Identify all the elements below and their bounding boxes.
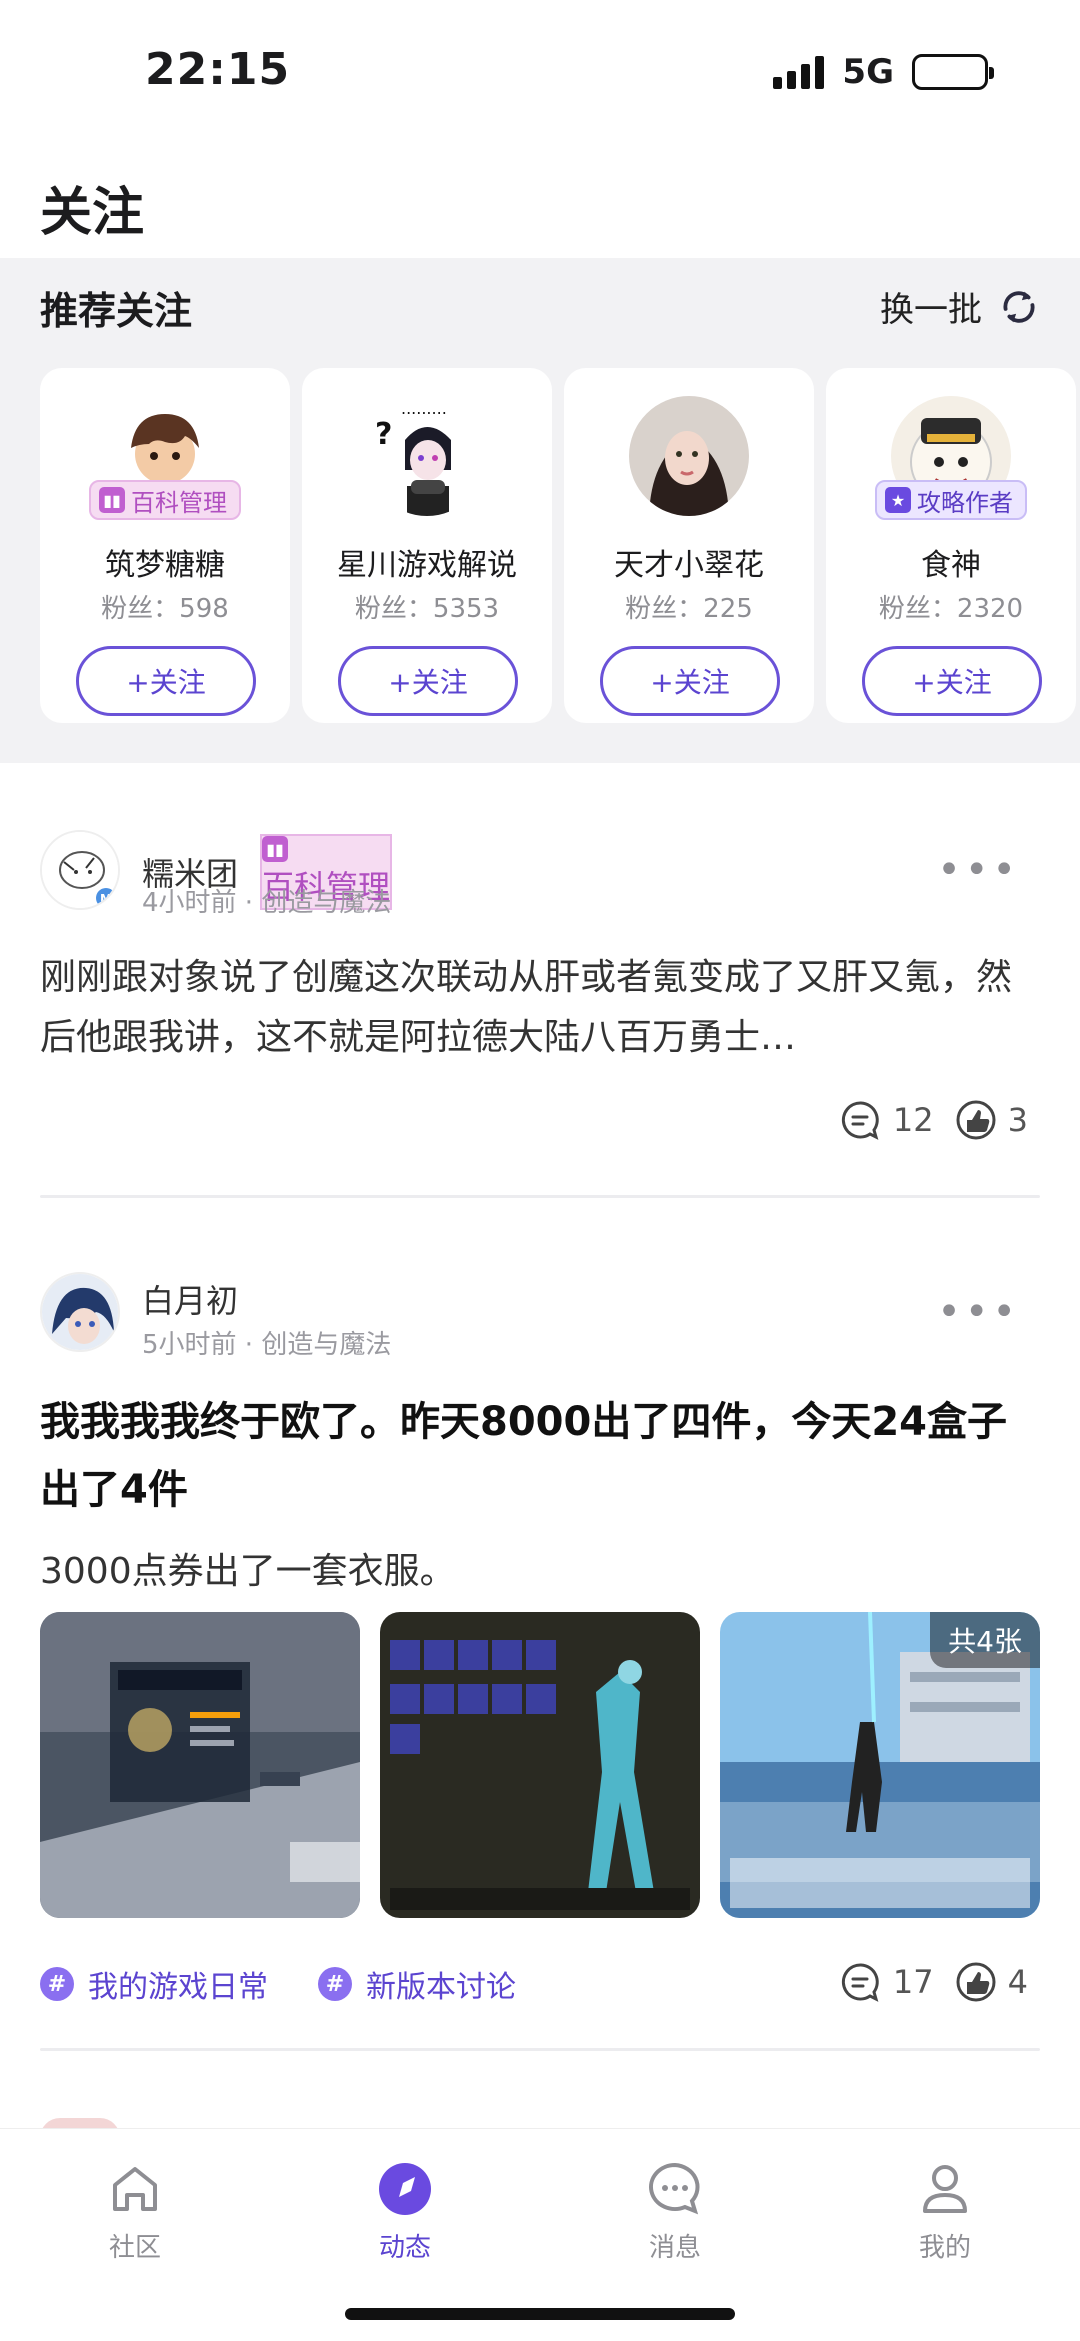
wiki-admin-badge: ▮▮ 百科管理	[89, 480, 241, 520]
page-title: 关注	[40, 183, 145, 243]
user-name: 星川游戏解说	[337, 548, 517, 583]
tab-profile[interactable]: 我的	[875, 2159, 1015, 2264]
user-name: 食神	[921, 548, 981, 583]
comment-icon	[841, 1963, 879, 2002]
comment-count: 12	[892, 1101, 934, 1139]
fan-count: 粉丝：2320	[878, 594, 1024, 624]
status-bar: 22:15 5G	[0, 0, 1080, 140]
refresh-icon	[1003, 290, 1035, 323]
svg-text:?: ?	[375, 417, 392, 452]
tab-feed[interactable]: 动态	[335, 2159, 475, 2264]
post-meta: 5小时前 · 创造与魔法	[142, 1330, 392, 1360]
thumbs-up-icon	[956, 1962, 996, 2002]
recommend-card[interactable]: ?......... 星川游戏解说 粉丝：5353 +关注	[302, 368, 552, 723]
refresh-button[interactable]: 换一批	[880, 282, 1042, 331]
network-type: 5G	[842, 52, 894, 92]
message-icon	[649, 2162, 700, 2215]
comment-button[interactable]: 17	[839, 1960, 934, 2004]
follow-button[interactable]: +关注	[600, 646, 780, 716]
divider	[40, 1195, 1040, 1198]
image-count-badge: 共4张	[930, 1612, 1040, 1668]
post-card[interactable]: 白月初 5小时前 · 创造与魔法 ••• 我我我我终于欧了。昨天8000出了四件…	[0, 1272, 1080, 2032]
tab-messages[interactable]: 消息	[605, 2159, 745, 2264]
post-image[interactable]	[40, 1612, 360, 1918]
user-name: 天才小翠花	[614, 548, 764, 583]
battery-icon	[912, 54, 994, 90]
comment-button[interactable]: 12	[839, 1098, 934, 1142]
compass-icon	[379, 2163, 431, 2215]
post-body[interactable]: 刚刚跟对象说了创魔这次联动从肝或者氪变成了又肝又氪，然后他跟我讲，这不就是阿拉德…	[40, 948, 1030, 1068]
follow-button[interactable]: +关注	[338, 646, 518, 716]
more-options-icon[interactable]: •••	[937, 1292, 1020, 1332]
avatar[interactable]: ?.........	[367, 396, 487, 516]
comment-count: 17	[892, 1963, 934, 2001]
recommend-card[interactable]: ★ 攻略作者 食神 粉丝：2320 +关注	[826, 368, 1076, 723]
post-body[interactable]: 3000点券出了一套衣服。	[40, 1542, 1030, 1602]
profile-icon	[923, 2165, 967, 2213]
more-options-icon[interactable]: •••	[937, 850, 1020, 890]
like-count: 3	[1007, 1101, 1028, 1139]
hashtag-icon: #	[40, 1967, 74, 2001]
avatar[interactable]: M	[40, 830, 120, 910]
tab-community[interactable]: 社区	[65, 2159, 205, 2264]
svg-text:M: M	[100, 892, 112, 906]
post-image[interactable]	[380, 1612, 700, 1918]
book-icon: ▮▮	[262, 836, 289, 862]
avatar[interactable]	[40, 1272, 120, 1352]
fan-count: 粉丝：5353	[354, 594, 500, 624]
author-name[interactable]: 白月初	[142, 1276, 238, 1322]
topic-tag[interactable]: # 我的游戏日常	[40, 1962, 268, 2006]
recommend-section: 推荐关注 换一批 ▮▮ 百科管理 筑梦糖糖 粉丝：598 +关注 ?.......…	[0, 258, 1080, 763]
recommend-card[interactable]: ▮▮ 百科管理 筑梦糖糖 粉丝：598 +关注	[40, 368, 290, 723]
star-icon: ★	[885, 487, 911, 513]
post-image[interactable]: 共4张	[720, 1612, 1040, 1918]
fan-count: 粉丝：598	[101, 594, 229, 624]
comment-icon	[841, 1101, 879, 1140]
topic-tag[interactable]: # 新版本讨论	[318, 1962, 516, 2006]
follow-button[interactable]: +关注	[862, 646, 1042, 716]
post-title[interactable]: 我我我我终于欧了。昨天8000出了四件，今天24盒子出了4件	[40, 1388, 1030, 1524]
book-icon: ▮▮	[99, 487, 125, 513]
user-name: 筑梦糖糖	[105, 548, 225, 583]
post-card[interactable]: M 糯米团 ▮▮ 百科管理 4小时前 · 创造与魔法 ••• 刚刚跟对象说了创魔这…	[0, 830, 1080, 1200]
home-indicator[interactable]	[345, 2308, 735, 2320]
recommend-heading: 推荐关注	[40, 289, 193, 333]
post-meta: 4小时前 · 创造与魔法	[142, 888, 392, 918]
follow-button[interactable]: +关注	[76, 646, 256, 716]
like-button[interactable]: 4	[954, 1960, 1028, 2004]
thumbs-up-icon	[956, 1100, 996, 1140]
fan-count: 粉丝：225	[625, 594, 753, 624]
like-count: 4	[1007, 1963, 1028, 2001]
signal-icon	[773, 55, 825, 89]
hashtag-icon: #	[318, 1967, 352, 2001]
svg-text:.........: .........	[401, 399, 447, 418]
divider	[40, 2048, 1040, 2051]
status-time: 22:15	[145, 44, 291, 95]
avatar[interactable]	[629, 396, 749, 516]
refresh-label: 换一批	[880, 290, 982, 330]
post-images: 共4张	[40, 1612, 1040, 1918]
like-button[interactable]: 3	[954, 1098, 1028, 1142]
guide-author-badge: ★ 攻略作者	[875, 480, 1027, 520]
home-icon	[113, 2167, 157, 2211]
recommend-card[interactable]: 天才小翠花 粉丝：225 +关注	[564, 368, 814, 723]
